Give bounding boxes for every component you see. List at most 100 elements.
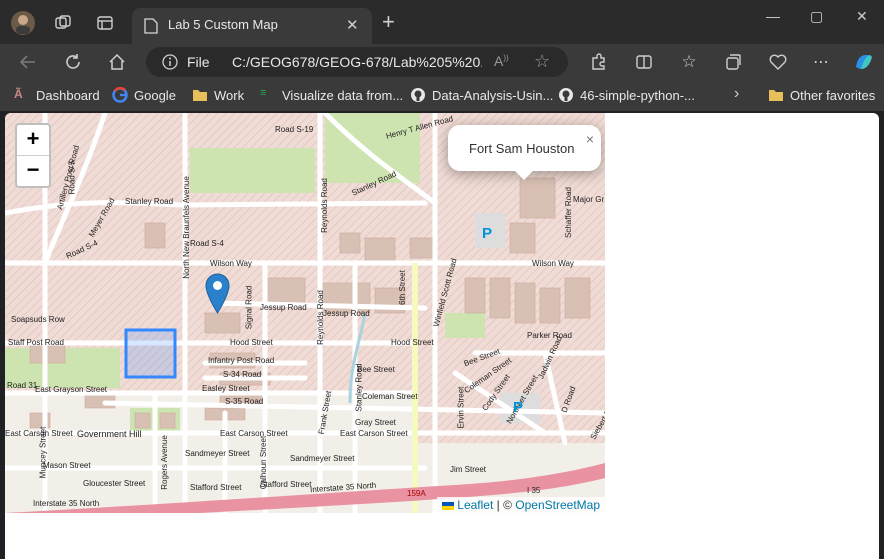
- favorites-icon[interactable]: ☆: [677, 50, 701, 74]
- bookmark-data-analysis[interactable]: Data-Analysis-Usin...: [410, 87, 553, 103]
- github-icon: [410, 87, 426, 103]
- tamu-icon: Ã: [14, 87, 23, 101]
- road-label: S-34 Road: [223, 370, 262, 379]
- road-label: Gray Street: [355, 418, 396, 427]
- interstate-label: Interstate 35 North: [33, 499, 100, 508]
- more-options-icon[interactable]: ⋯: [809, 50, 833, 74]
- chevron-right-icon[interactable]: ›: [734, 85, 739, 103]
- road-label: East Carson Street: [340, 429, 408, 438]
- government-hill-label: Government Hill: [77, 429, 142, 439]
- page-icon: [144, 18, 158, 39]
- bookmark-google[interactable]: Google: [112, 86, 176, 103]
- road-label: Mason Street: [43, 461, 91, 470]
- road-label: Sandmeyer Street: [290, 454, 355, 463]
- bookmark-label: Google: [134, 87, 176, 103]
- road-label: Wilson Way: [210, 259, 252, 268]
- tab-actions-icon[interactable]: [92, 10, 118, 36]
- road-label: S-35 Road: [225, 397, 264, 406]
- bookmark-visualize-data[interactable]: ≡ Visualize data from...: [260, 87, 403, 103]
- exit-label: 159A: [407, 489, 426, 498]
- road-label: Signal Road: [244, 285, 254, 330]
- road-label: Reynolds Road: [315, 290, 325, 345]
- map-attribution: Leaflet | © OpenStreetMap: [436, 497, 605, 513]
- bookmark-label: Data-Analysis-Usin...: [432, 87, 554, 103]
- parking-icon: P: [482, 225, 493, 242]
- maximize-button[interactable]: ▢: [810, 8, 823, 25]
- other-favorites-label: Other favorites: [790, 87, 876, 103]
- collections-icon[interactable]: [721, 50, 745, 74]
- favorite-star-icon[interactable]: ☆: [534, 51, 550, 72]
- bookmark-label: 46-simple-python-...: [580, 87, 695, 103]
- road-label: Jim Street: [450, 465, 487, 474]
- home-icon[interactable]: [105, 50, 129, 74]
- minimize-button[interactable]: —: [766, 8, 780, 24]
- refresh-icon[interactable]: [61, 50, 85, 74]
- road-label: Reynolds Road: [319, 178, 329, 233]
- address-url[interactable]: C:/GEOG678/GEOG-678/Lab%205%20...: [232, 54, 482, 70]
- other-favorites[interactable]: Other favorites: [768, 87, 875, 103]
- road-label: Gloucester Street: [83, 479, 146, 488]
- zoom-out-button[interactable]: −: [17, 155, 49, 186]
- page-content: Road S-19 Henry T Allen Road Stanley Roa…: [5, 113, 879, 559]
- popup-text: Fort Sam Houston: [469, 141, 575, 156]
- road-label: Stanley Road: [125, 197, 174, 206]
- new-tab-button[interactable]: +: [382, 11, 395, 33]
- navigation-bar: File C:/GEOG678/GEOG-678/Lab%205%20... A…: [0, 44, 884, 80]
- map-polygon-overlay[interactable]: [124, 328, 177, 379]
- browser-essentials-icon[interactable]: [766, 50, 790, 74]
- road-label: Soapsuds Row: [11, 315, 65, 324]
- map-marker-icon[interactable]: [205, 273, 230, 319]
- address-scheme-label: File: [187, 54, 210, 70]
- road-label: Stanley Road: [354, 363, 364, 412]
- bookmark-label: Work: [214, 87, 245, 103]
- workspaces-icon[interactable]: [50, 10, 76, 36]
- road-label: Road S-5: [67, 160, 77, 195]
- parking-icon: P: [513, 399, 524, 416]
- ukraine-flag-icon: [441, 501, 454, 510]
- road-label: Ervin Street: [456, 386, 466, 429]
- info-icon[interactable]: [162, 54, 178, 75]
- tab-title: Lab 5 Custom Map: [168, 17, 278, 32]
- tab-close-icon[interactable]: ✕: [346, 16, 359, 34]
- map-popup: Fort Sam Houston ×: [448, 125, 601, 180]
- copilot-icon[interactable]: [851, 50, 875, 74]
- road-label: Calhoun Street: [259, 435, 269, 490]
- read-aloud-icon[interactable]: A)): [494, 53, 509, 69]
- back-icon[interactable]: [16, 50, 40, 74]
- road-label: Hood Street: [391, 338, 434, 347]
- road-label: Road S-4: [190, 239, 224, 248]
- road-label: East Grayson Street: [35, 385, 108, 394]
- favorites-bar: Ã Dashboard Google Work ≡ Visualize data…: [0, 80, 884, 111]
- github-icon: [558, 87, 574, 103]
- bookmark-label: Visualize data from...: [282, 87, 404, 103]
- road-label: Parker Road: [527, 331, 572, 340]
- leaflet-link[interactable]: Leaflet: [457, 498, 493, 512]
- extensions-icon[interactable]: [586, 50, 610, 74]
- road-label: Coleman Street: [362, 392, 418, 401]
- bookmark-dashboard[interactable]: Ã Dashboard: [14, 87, 100, 103]
- active-tab[interactable]: Lab 5 Custom Map ✕: [132, 8, 372, 44]
- road-label: Major Gr: [573, 195, 605, 204]
- popup-close-button[interactable]: ×: [586, 131, 594, 147]
- title-bar: Lab 5 Custom Map ✕ + — ▢ ✕: [0, 0, 884, 44]
- bookmark-work-folder[interactable]: Work: [192, 87, 244, 103]
- road-label: Jessup Road: [260, 303, 307, 312]
- close-window-button[interactable]: ✕: [856, 8, 868, 25]
- road-label: Stafford Street: [190, 483, 242, 492]
- osm-link[interactable]: OpenStreetMap: [515, 498, 600, 512]
- profile-avatar-icon[interactable]: [10, 10, 36, 36]
- road-label: Easley Street: [202, 384, 250, 393]
- split-screen-icon[interactable]: [632, 50, 656, 74]
- leaflet-map[interactable]: Road S-19 Henry T Allen Road Stanley Roa…: [5, 113, 605, 513]
- popup-tip: [514, 170, 534, 180]
- google-icon: [112, 86, 128, 103]
- road-label: North New Braunfels Avenue: [181, 176, 191, 279]
- bookmark-46-simple-python[interactable]: 46-simple-python-...: [558, 87, 695, 103]
- address-bar[interactable]: File C:/GEOG678/GEOG-678/Lab%205%20... A…: [146, 47, 568, 77]
- road-label: Rogers Avenue: [159, 435, 169, 490]
- folder-icon: [768, 87, 784, 103]
- road-label: Schaffer Road: [564, 187, 573, 238]
- road-label: 6th Street: [397, 270, 407, 305]
- zoom-control: + −: [15, 123, 51, 188]
- zoom-in-button[interactable]: +: [17, 125, 49, 155]
